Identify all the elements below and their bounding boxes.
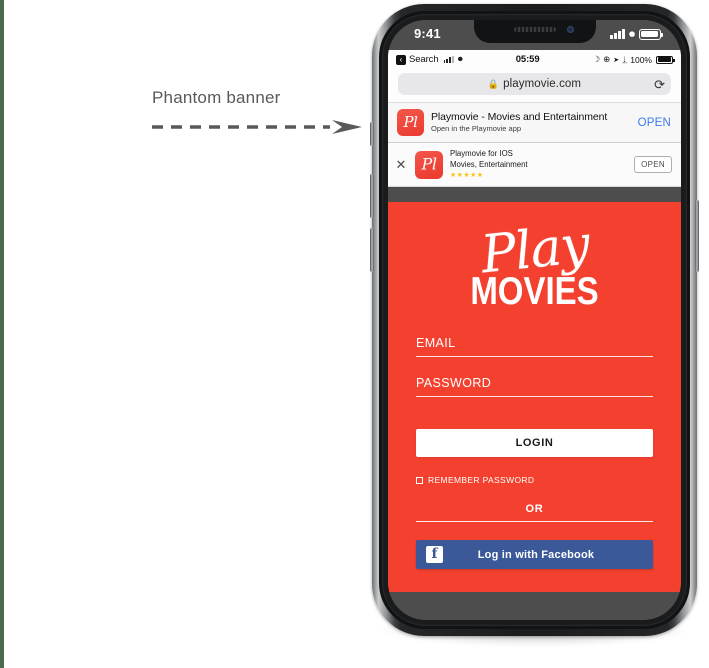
- remember-password-checkbox[interactable]: REMEMBER PASSWORD: [416, 475, 653, 485]
- ios-status-bar: 9:41 ⏺: [388, 20, 681, 50]
- front-camera-icon: [566, 26, 574, 33]
- orientation-lock-icon: ⊕: [603, 54, 611, 64]
- facebook-login-label: Log in with Facebook: [477, 548, 595, 561]
- safari-status-bar: ‹ Search ⏺ 05:59 ☽ ⊕ ➤ ᛦ 100%: [388, 50, 681, 69]
- phantom-banner-text: Playmovie for IOS Movies, Entertainment …: [450, 149, 627, 180]
- dashed-arrow-right-icon: [152, 120, 362, 134]
- power-button[interactable]: [695, 200, 699, 272]
- safari-clock: 05:59: [515, 54, 540, 65]
- password-input[interactable]: [416, 370, 653, 397]
- cellular-bars-icon: [443, 56, 454, 63]
- facebook-login-button[interactable]: f Log in with Facebook: [416, 540, 653, 569]
- reload-icon[interactable]: ⟳: [654, 78, 665, 91]
- ios-status-icons: ⏺: [610, 27, 664, 41]
- wifi-icon: ⏺: [628, 27, 635, 41]
- playmovie-login-screen: Play MOVIES LOGIN REMEMBER PASSWORD OR f…: [388, 202, 681, 592]
- smart-app-banner-open-button[interactable]: OPEN: [638, 117, 671, 129]
- close-icon[interactable]: ✕: [394, 158, 408, 171]
- safari-browser-chrome: ‹ Search ⏺ 05:59 ☽ ⊕ ➤ ᛦ 100% 🔒 playmovi…: [388, 50, 681, 188]
- battery-percent-label: 100%: [630, 54, 652, 65]
- star-rating-icon: ★★★★★: [450, 172, 484, 180]
- playmovie-app-icon: Pl: [397, 109, 424, 136]
- smart-app-banner[interactable]: Pl Playmovie - Movies and Entertainment …: [388, 102, 681, 143]
- smart-app-banner-text: Playmovie - Movies and Entertainment Ope…: [431, 111, 631, 134]
- phantom-banner-title: Playmovie for IOS: [450, 149, 513, 158]
- screen-bottom-strip: [388, 592, 681, 620]
- battery-full-icon: [656, 55, 675, 64]
- login-button[interactable]: LOGIN: [416, 429, 653, 457]
- back-to-app-label[interactable]: Search: [409, 54, 439, 65]
- checkbox-box-icon: [416, 476, 423, 484]
- cellular-bars-icon: [610, 29, 625, 39]
- logo-script-word: Play: [477, 214, 592, 286]
- facebook-icon: f: [426, 546, 443, 563]
- iphone-mockup: 9:41 ⏺ ‹ Search ⏺ 05:59 ☽ ⊕ ➤ ᛦ 100% 🔒 p…: [370, 4, 699, 646]
- smart-app-banner-title: Playmovie - Movies and Entertainment: [431, 111, 608, 124]
- annotation-callout: Phantom banner: [152, 88, 367, 134]
- or-label: OR: [525, 503, 544, 515]
- email-input[interactable]: [416, 330, 653, 357]
- location-arrow-icon: ➤: [613, 56, 620, 64]
- back-to-app-chip[interactable]: ‹: [396, 54, 406, 65]
- phantom-banner-open-button[interactable]: OPEN: [634, 156, 672, 174]
- bluetooth-icon: ᛦ: [622, 54, 628, 65]
- volume-down-button[interactable]: [370, 228, 374, 272]
- lock-icon: 🔒: [487, 78, 500, 89]
- ios-clock: 9:41: [414, 26, 441, 41]
- url-text: playmovie.com: [503, 78, 582, 90]
- device-notch: [473, 20, 596, 43]
- playmovies-logo: Play MOVIES: [416, 202, 653, 330]
- canvas-edge-sliver: [0, 0, 4, 668]
- mute-switch-button[interactable]: [370, 122, 374, 146]
- playmovie-app-icon: Pl: [415, 150, 443, 179]
- smart-app-banner-subtitle: Open in the Playmovie app: [431, 124, 522, 134]
- safari-url-bar-area: 🔒 playmovie.com ⟳: [388, 69, 681, 102]
- url-input[interactable]: 🔒 playmovie.com: [398, 73, 671, 95]
- remember-password-label: REMEMBER PASSWORD: [428, 475, 535, 485]
- phantom-banner[interactable]: ✕ Pl Playmovie for IOS Movies, Entertain…: [388, 143, 681, 188]
- phantom-banner-subtitle: Movies, Entertainment: [450, 159, 528, 169]
- safari-status-icons: ☽ ⊕ ➤ ᛦ 100%: [592, 54, 675, 65]
- volume-up-button[interactable]: [370, 174, 374, 218]
- annotation-label: Phantom banner: [152, 88, 281, 107]
- or-divider: OR: [416, 503, 653, 522]
- do-not-disturb-icon: ☽: [592, 54, 601, 64]
- battery-full-icon: [639, 28, 664, 40]
- device-screen: 9:41 ⏺ ‹ Search ⏺ 05:59 ☽ ⊕ ➤ ᛦ 100% 🔒 p…: [388, 20, 681, 620]
- or-divider-line: [416, 521, 653, 522]
- earpiece-speaker-icon: [513, 27, 556, 32]
